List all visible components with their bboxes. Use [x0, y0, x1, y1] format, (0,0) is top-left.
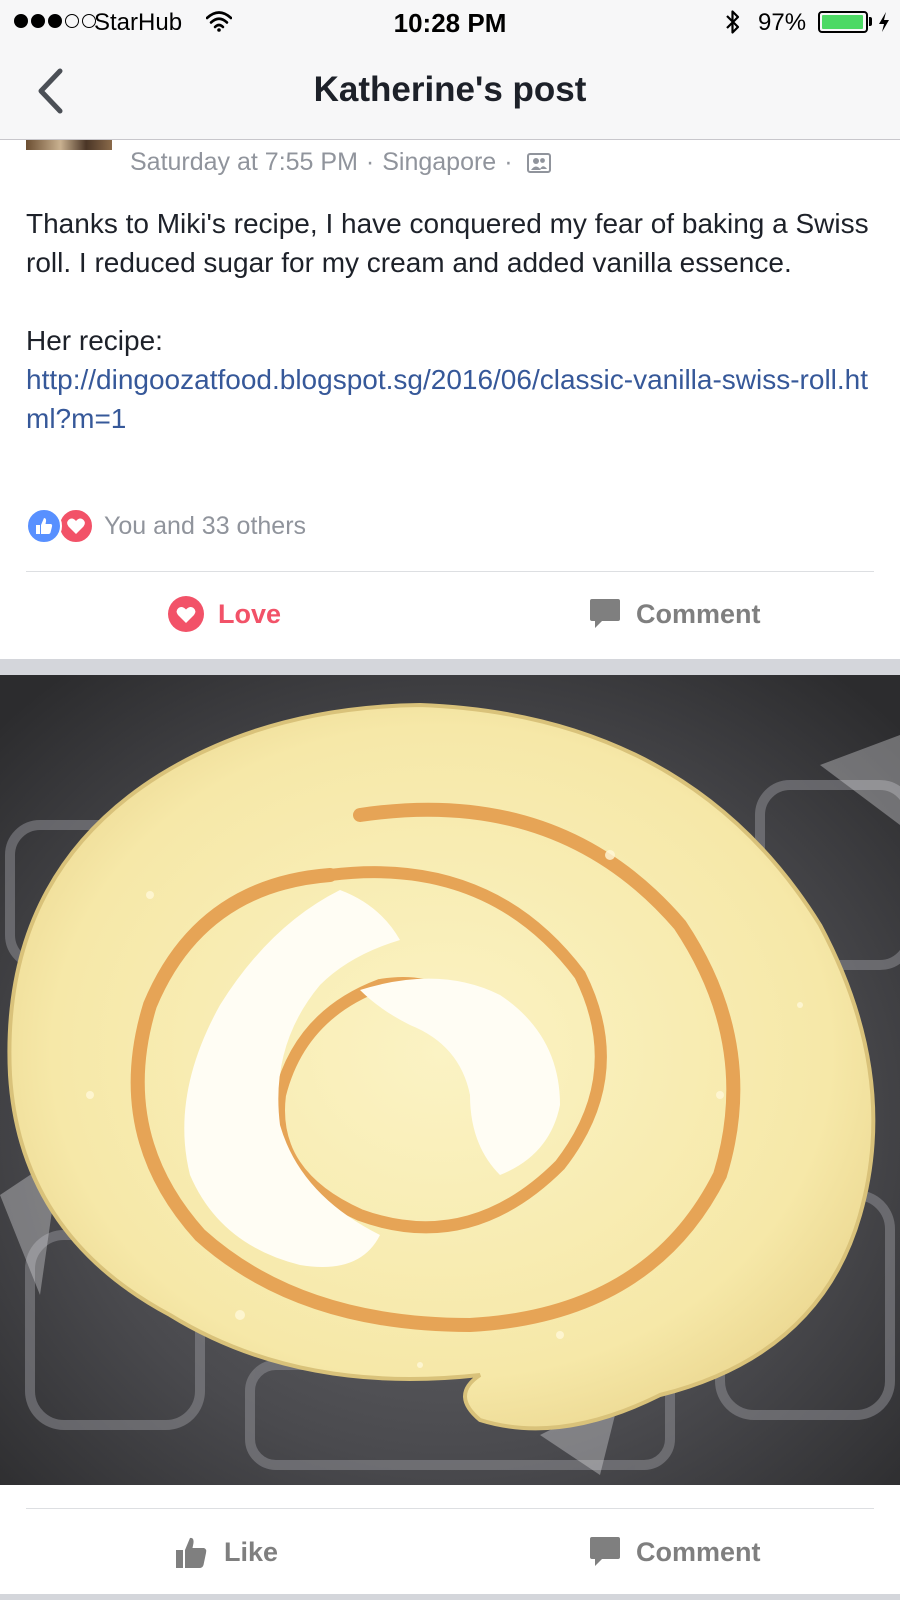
- author-avatar[interactable]: [26, 140, 112, 150]
- navigation-bar: Katherine's post: [0, 44, 900, 140]
- thumbs-up-icon: [176, 1537, 207, 1568]
- post-action-bar: Love Comment: [0, 572, 900, 656]
- page-title: Katherine's post: [313, 70, 587, 109]
- comment-button[interactable]: Comment: [588, 572, 761, 656]
- post-meta: Saturday at 7:55 PM · Singapore ·: [130, 148, 551, 177]
- photo-comment-label: Comment: [636, 1536, 761, 1567]
- like-label: Like: [224, 1536, 279, 1567]
- post-photo[interactable]: [0, 675, 900, 1485]
- post-body: Thanks to Miki's recipe, I have conquere…: [26, 204, 876, 438]
- photo-comment-button[interactable]: Comment: [588, 1510, 761, 1594]
- like-reaction-icon: [26, 508, 62, 544]
- recipe-label: Her recipe:: [26, 325, 163, 356]
- status-bar: StarHub 10:28 PM 97%: [0, 0, 900, 44]
- reactions-text[interactable]: You and 33 others: [104, 512, 306, 541]
- comment-icon: [590, 1537, 620, 1566]
- love-button[interactable]: Love: [168, 572, 281, 656]
- like-button[interactable]: Like: [174, 1510, 278, 1594]
- friends-icon[interactable]: [526, 152, 551, 173]
- heart-icon: [168, 596, 204, 632]
- meta-separator: ·: [504, 148, 513, 176]
- charging-bolt-icon: [879, 12, 889, 32]
- bluetooth-icon: [726, 10, 740, 34]
- post-text-paragraph: Thanks to Miki's recipe, I have conquere…: [26, 208, 869, 278]
- divider: [26, 1508, 874, 1509]
- love-label: Love: [218, 598, 282, 629]
- recipe-block: Her recipe: http://dingoozatfood.blogspo…: [26, 321, 876, 438]
- battery-level: [822, 15, 863, 29]
- meta-separator: ·: [365, 148, 375, 176]
- post-timestamp[interactable]: Saturday at 7:55 PM: [130, 148, 358, 177]
- love-reaction-icon: [58, 508, 94, 544]
- battery-icon: [818, 11, 868, 33]
- comment-icon: [590, 599, 620, 628]
- reactions-summary[interactable]: You and 33 others: [26, 506, 306, 546]
- section-separator: [0, 1594, 900, 1600]
- photo-action-bar: Like Comment: [0, 1510, 900, 1594]
- post-location[interactable]: Singapore: [382, 148, 496, 177]
- battery-nub: [869, 17, 872, 26]
- battery-percentage: 97%: [758, 9, 807, 36]
- comment-label: Comment: [636, 598, 761, 629]
- section-separator: [0, 659, 900, 675]
- recipe-link[interactable]: http://dingoozatfood.blogspot.sg/2016/06…: [26, 364, 868, 434]
- swiss-roll-photo: [0, 675, 900, 1485]
